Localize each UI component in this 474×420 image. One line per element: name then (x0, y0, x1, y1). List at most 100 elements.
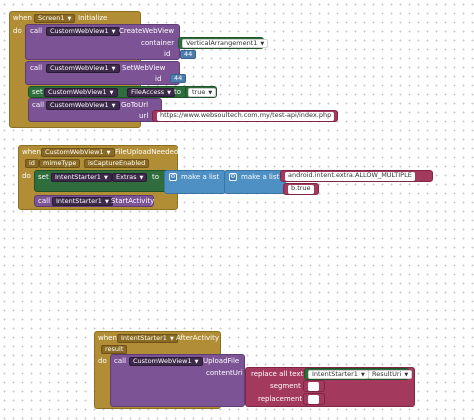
call-uploadfile-block[interactable]: call CustomWebView1 ▼ UploadFile contentU… (110, 354, 245, 407)
to-keyword: to (152, 173, 160, 181)
dropdown-text: IntentStarter1 (312, 370, 358, 378)
param-id[interactable]: id (25, 159, 39, 168)
text-block-replacement[interactable] (303, 393, 325, 405)
text-block-url[interactable]: https://www.websoultech.com.my/test-api/… (152, 110, 338, 122)
component-dropdown-customwebview1[interactable]: CustomWebView1 ▼ (46, 101, 120, 110)
dropdown-text: CustomWebView1 (48, 88, 107, 96)
call-gotourl-block[interactable]: call CustomWebView1 ▼ GoToUrl url (28, 98, 162, 122)
text-block-allow-multiple[interactable]: android.intent.extra.ALLOW_MULTIPLE (280, 170, 433, 182)
component-block-verticalarrangement1[interactable]: VerticalArrangement1 ▼ (178, 37, 269, 49)
dropdown-text: IntentStarter1 (55, 173, 101, 181)
param-iscaptureenabled[interactable]: isCaptureEnabled (84, 159, 150, 168)
component-dropdown-verticalarrangement1[interactable]: VerticalArrangement1 ▼ (182, 39, 269, 48)
replace-all-text-label: replace all text (251, 370, 304, 378)
dropdown-text: FileAccess (131, 88, 165, 96)
boolean-block-true[interactable]: true ▼ (185, 86, 217, 98)
to-keyword: to (174, 88, 182, 96)
component-dropdown-customwebview1[interactable]: CustomWebView1 ▼ (129, 357, 203, 366)
boolean-dropdown[interactable]: true ▼ (188, 88, 217, 97)
event-name: AfterActivity (176, 334, 219, 342)
dropdown-text: VerticalArrangement1 (186, 39, 258, 47)
make-list-label: make a list (241, 173, 280, 181)
chevron-down-icon: ▼ (208, 90, 213, 96)
component-dropdown-intentstarter1[interactable]: IntentStarter1 ▼ (52, 197, 113, 206)
component-dropdown-customwebview1[interactable]: CustomWebView1 ▼ (44, 88, 118, 97)
chevron-down-icon: ▼ (167, 90, 171, 96)
param-result[interactable]: result (101, 345, 128, 354)
when-keyword: when (22, 148, 41, 156)
make-list-label: make a list (181, 173, 220, 181)
number-block-id-44[interactable]: 44 (170, 74, 187, 83)
param-id-label: id (155, 75, 162, 83)
param-url-label: url (139, 112, 149, 120)
property-dropdown-extras[interactable]: Extras ▼ (112, 173, 148, 182)
component-dropdown-intentstarter1[interactable]: IntentStarter1 ▼ (51, 173, 112, 182)
chevron-down-icon: ▼ (111, 29, 116, 35)
chevron-down-icon: ▼ (103, 175, 108, 181)
make-list-block-inner[interactable]: ⚙ make a list (224, 170, 286, 194)
chevron-down-icon: ▼ (104, 199, 109, 205)
component-dropdown-customwebview1[interactable]: CustomWebView1 ▼ (41, 148, 115, 157)
chevron-down-icon: ▼ (360, 372, 365, 378)
param-segment-label: segment (270, 382, 301, 390)
string-b-true[interactable]: b.true (288, 185, 314, 194)
dropdown-text: CustomWebView1 (50, 64, 109, 72)
param-mimetype[interactable]: mimeType (39, 159, 81, 168)
call-keyword: call (30, 64, 43, 72)
dropdown-text: true (192, 88, 206, 96)
string-allow-multiple[interactable]: android.intent.extra.ALLOW_MULTIPLE (285, 172, 415, 181)
call-startactivity-block[interactable]: call IntentStarter1 ▼ StartActivity (34, 195, 154, 207)
set-extras-block[interactable]: set IntentStarter1 ▼ Extras ▼ to (34, 170, 174, 192)
component-dropdown-customwebview1[interactable]: CustomWebView1 ▼ (46, 27, 120, 36)
when-keyword: when (13, 14, 32, 22)
chevron-down-icon: ▼ (404, 372, 409, 378)
chevron-down-icon: ▼ (111, 103, 116, 109)
dropdown-text: CustomWebView1 (50, 27, 109, 35)
call-keyword: call (32, 101, 45, 109)
dropdown-text: Extras (116, 173, 137, 181)
gear-icon[interactable]: ⚙ (169, 173, 177, 181)
component-dropdown-customwebview1[interactable]: CustomWebView1 ▼ (46, 64, 120, 73)
property-getter-resulturi[interactable]: IntentStarter1 ▼ ResultUri ▼ (304, 368, 413, 380)
component-dropdown-screen1[interactable]: Screen1 ▼ (34, 14, 76, 23)
call-keyword: call (30, 27, 43, 35)
when-keyword: when (98, 334, 117, 342)
dropdown-text: ResultUri (372, 370, 402, 378)
property-dropdown-fileaccess[interactable]: FileAccess ▼ (127, 88, 175, 97)
call-keyword: call (114, 357, 127, 365)
event-name: Initialize (78, 14, 108, 22)
component-dropdown-intentstarter1[interactable]: IntentStarter1 ▼ (308, 370, 369, 379)
dropdown-text: IntentStarter1 (56, 197, 102, 205)
method-name: GoToUrl (121, 101, 149, 109)
set-keyword: set (38, 173, 49, 181)
string-empty-segment[interactable] (308, 382, 319, 391)
call-keyword: call (38, 197, 51, 205)
text-block-segment[interactable] (303, 380, 325, 392)
dropdown-text: CustomWebView1 (50, 101, 109, 109)
dropdown-text: CustomWebView1 (133, 357, 192, 365)
param-container-label: container (141, 39, 175, 47)
property-dropdown-resulturi[interactable]: ResultUri ▼ (368, 370, 413, 379)
method-name: StartActivity (111, 197, 155, 205)
chevron-down-icon: ▼ (109, 90, 114, 96)
make-list-block-outer[interactable]: ⚙ make a list (164, 170, 226, 194)
component-dropdown-intentstarter1[interactable]: IntentStarter1 ▼ (117, 334, 178, 343)
chevron-down-icon: ▼ (106, 150, 111, 156)
chevron-down-icon: ▼ (139, 175, 144, 181)
string-empty-replacement[interactable] (308, 395, 319, 404)
call-set-webview-block[interactable]: call CustomWebView1 ▼ SetWebView id (25, 61, 180, 85)
chevron-down-icon: ▼ (169, 336, 174, 342)
chevron-down-icon: ▼ (111, 66, 116, 72)
do-keyword: do (13, 27, 22, 35)
method-name: SetWebView (122, 64, 166, 72)
text-block-b-true[interactable]: b.true (283, 183, 319, 195)
url-string[interactable]: https://www.websoultech.com.my/test-api/… (157, 112, 335, 121)
method-name: CreateWebView (119, 27, 175, 35)
dropdown-text: Screen1 (38, 14, 65, 22)
chevron-down-icon: ▼ (260, 41, 265, 47)
gear-icon[interactable]: ⚙ (229, 173, 237, 181)
param-id-label: id (164, 50, 171, 58)
call-create-webview-block[interactable]: call CustomWebView1 ▼ CreateWebView conta… (25, 24, 180, 60)
set-keyword: set (32, 88, 43, 96)
number-block-id-44[interactable]: 44 (180, 50, 197, 59)
